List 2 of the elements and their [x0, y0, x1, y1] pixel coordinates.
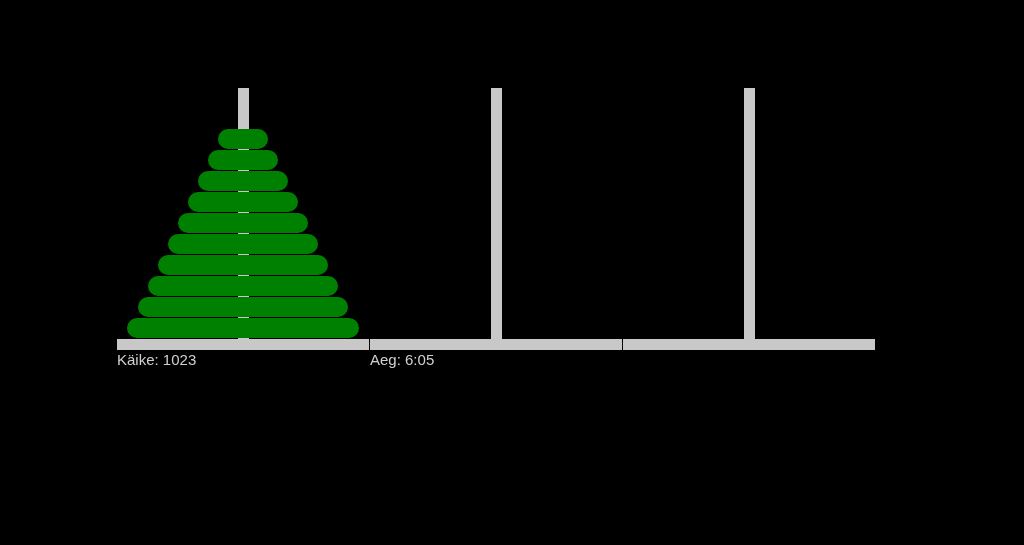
status-text: Aeg: 6:05	[370, 351, 435, 368]
status-text: Käike: 1023	[117, 351, 197, 368]
